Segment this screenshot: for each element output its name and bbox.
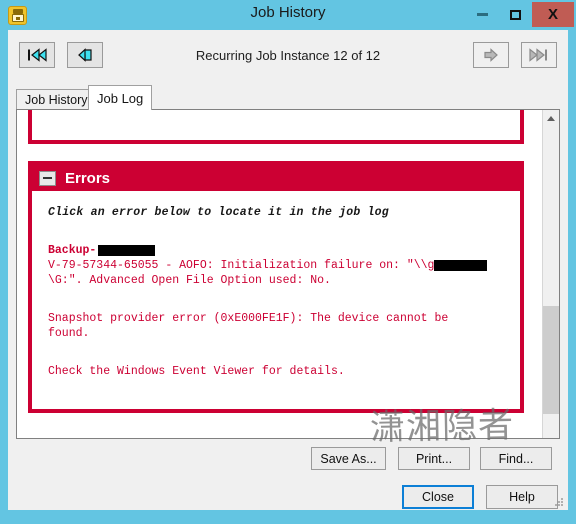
first-instance-button[interactable] [19, 42, 55, 68]
maximize-button[interactable] [499, 2, 532, 27]
error-line: found. [48, 327, 90, 340]
errors-section: Errors Click an error below to locate it… [28, 161, 524, 413]
error-line: V-79-57344-65055 - AOFO: Initialization … [48, 258, 510, 273]
first-arrow-icon [28, 48, 47, 62]
find-button[interactable]: Find... [480, 447, 552, 470]
error-line: Check the Windows Event Viewer for detai… [48, 365, 345, 378]
error-line-text: V-79-57344-65055 - AOFO: Initialization … [48, 259, 435, 272]
close-window-button[interactable]: X [532, 2, 574, 27]
window-controls: X [466, 2, 574, 28]
errors-hint: Click an error below to locate it in the… [48, 206, 389, 219]
tab-job-log[interactable]: Job Log [88, 85, 153, 110]
dialog-footer: Close Help [8, 470, 568, 510]
tab-job-history[interactable]: Job History [16, 89, 97, 109]
tabstrip: Job History Job Log [16, 85, 560, 110]
left-arrow-icon [78, 48, 92, 62]
minimize-button[interactable] [466, 2, 499, 27]
errors-collapse-button[interactable] [39, 170, 56, 186]
print-button[interactable]: Print... [398, 447, 470, 470]
tab-job-history-label: Job History [25, 92, 88, 107]
instance-navigation-bar: Recurring Job Instance 12 of 12 [8, 30, 568, 82]
titlebar: Job History X [0, 0, 576, 30]
log-scrollbar[interactable] [542, 110, 559, 438]
tab-job-log-label: Job Log [97, 90, 144, 106]
errors-title: Errors [65, 169, 111, 187]
job-log-panel: Errors Click an error below to locate it… [16, 109, 560, 439]
error-line: Snapshot provider error (0xE000FE1F): Th… [48, 312, 449, 325]
error-line: \G:". Advanced Open File Option used: No… [48, 274, 331, 287]
resize-grip-icon[interactable] [553, 496, 565, 508]
error-entry-name: Backup- [48, 243, 510, 258]
save-as-button[interactable]: Save As... [311, 447, 386, 470]
scrollbar-thumb[interactable] [543, 306, 559, 414]
client-area: Recurring Job Instance 12 of 12 Job Hist… [8, 30, 568, 510]
minus-icon [43, 177, 52, 179]
redaction-block [434, 260, 488, 272]
help-button[interactable]: Help [486, 485, 558, 509]
last-arrow-icon [529, 48, 547, 62]
job-history-window: Job History X Recurring Job Instance 12 … [0, 0, 576, 524]
scroll-up-button[interactable] [543, 110, 559, 127]
previous-section-box [28, 110, 524, 144]
right-arrow-icon [484, 48, 498, 62]
errors-body: Click an error below to locate it in the… [32, 191, 520, 409]
redaction-block [98, 245, 156, 256]
instance-counter-label: Recurring Job Instance 12 of 12 [195, 48, 381, 63]
close-icon: X [547, 6, 558, 23]
log-actions: Save As... Print... Find... [8, 438, 560, 474]
minimize-icon [477, 13, 488, 16]
previous-instance-button[interactable] [67, 42, 103, 68]
close-button[interactable]: Close [402, 485, 474, 509]
next-instance-button[interactable] [473, 42, 509, 68]
error-entry[interactable]: Backup- V-79-57344-65055 - AOFO: Initial… [48, 243, 510, 288]
chevron-up-icon [547, 116, 555, 121]
error-entry-name-prefix: Backup- [48, 244, 97, 257]
error-entry[interactable]: Snapshot provider error (0xE000FE1F): Th… [48, 311, 510, 341]
last-instance-button[interactable] [521, 42, 557, 68]
error-entry[interactable]: Check the Windows Event Viewer for detai… [48, 364, 510, 379]
errors-header: Errors [32, 165, 520, 191]
maximize-icon [510, 9, 521, 20]
